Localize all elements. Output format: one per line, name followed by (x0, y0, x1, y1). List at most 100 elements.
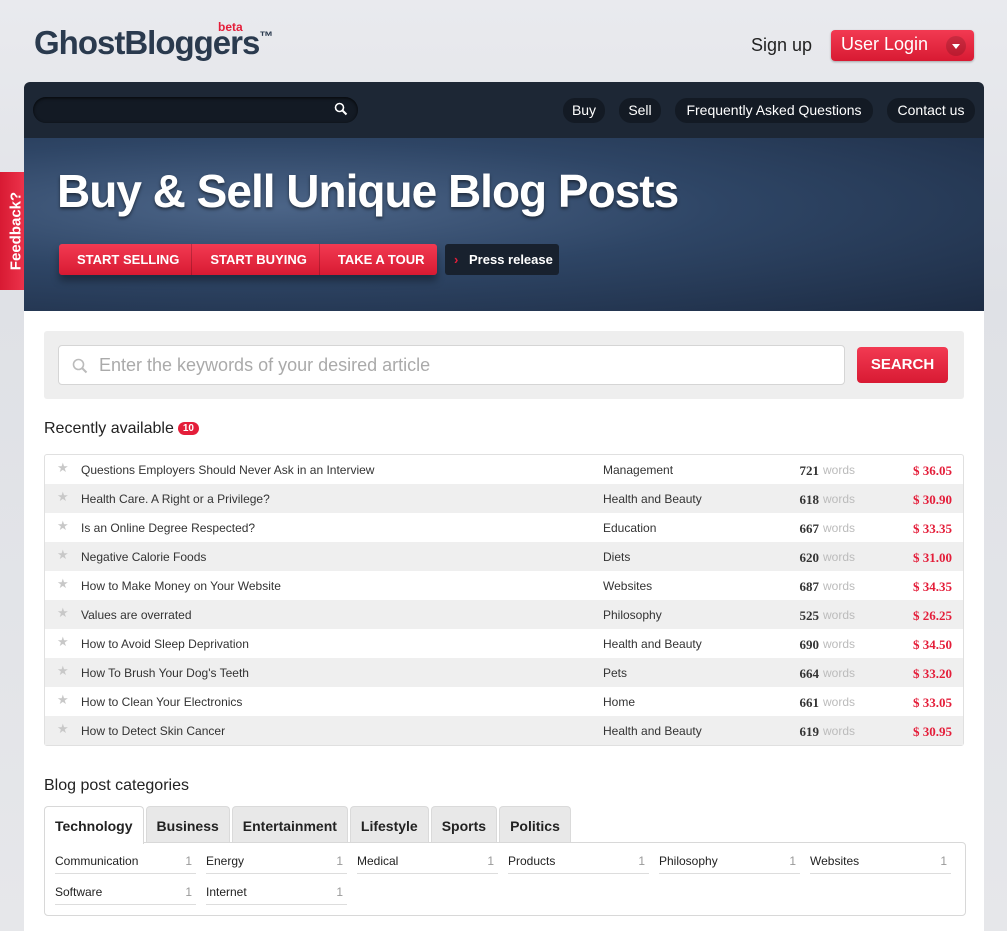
signup-link[interactable]: Sign up (751, 35, 812, 56)
nav-contact[interactable]: Contact us (887, 98, 975, 123)
tab-sports[interactable]: Sports (430, 806, 498, 843)
star-icon[interactable]: ★ (57, 692, 69, 708)
start-buying-button[interactable]: START BUYING (192, 244, 320, 275)
category-count: 1 (940, 854, 947, 868)
post-title[interactable]: How to Make Money on Your Website (81, 579, 281, 593)
press-release-button[interactable]: › Press release (445, 244, 559, 275)
category-item[interactable]: Products 1 (508, 849, 649, 874)
start-selling-button[interactable]: START SELLING (59, 244, 193, 275)
recent-count-badge: 10 (177, 422, 199, 436)
words-label: words (823, 492, 856, 506)
category-name: Internet (206, 885, 247, 899)
site-logo[interactable]: GhostBloggers™ beta (34, 20, 273, 62)
category-name: Philosophy (659, 854, 718, 868)
post-title[interactable]: How To Brush Your Dog's Teeth (81, 666, 249, 680)
table-row[interactable]: ★ Is an Online Degree Respected? Education… (45, 513, 963, 542)
hero-banner: Buy & Sell Unique Blog Posts START SELLI… (24, 138, 984, 311)
table-row[interactable]: ★ How to Make Money on Your Website Websit… (45, 571, 963, 600)
category-name: Websites (810, 854, 860, 868)
magnifier-icon (72, 358, 88, 374)
category-item[interactable]: Philosophy 1 (659, 849, 800, 874)
post-title[interactable]: Health Care. A Right or a Privilege? (81, 492, 270, 506)
magnifier-icon[interactable] (334, 102, 348, 116)
tab-technology[interactable]: Technology (44, 806, 144, 844)
post-price: $ 33.20 (913, 666, 952, 681)
category-item[interactable]: Energy 1 (206, 849, 347, 874)
category-count: 1 (638, 854, 645, 868)
table-row[interactable]: ★ Questions Employers Should Never Ask in… (45, 455, 963, 484)
word-count: 619 (799, 724, 820, 739)
star-icon[interactable]: ★ (57, 518, 69, 534)
category-name: Medical (357, 854, 399, 868)
star-icon[interactable]: ★ (57, 605, 69, 621)
nav-buy[interactable]: Buy (563, 98, 605, 123)
post-title[interactable]: How to Detect Skin Cancer (81, 724, 225, 738)
table-row[interactable]: ★ Negative Calorie Foods Diets 620 words $ 31… (45, 542, 963, 571)
category-count: 1 (487, 854, 494, 868)
post-title[interactable]: Values are overrated (81, 608, 192, 622)
tab-lifestyle[interactable]: Lifestyle (349, 806, 429, 843)
post-category: Websites (603, 579, 653, 593)
post-title[interactable]: How to Avoid Sleep Deprivation (81, 637, 249, 651)
category-item[interactable]: Medical 1 (357, 849, 498, 874)
post-category: Health and Beauty (603, 492, 702, 506)
user-login-label: User Login (841, 34, 929, 54)
nav-search-input[interactable] (33, 97, 358, 123)
chevron-down-icon[interactable] (946, 36, 966, 56)
post-title[interactable]: How to Clean Your Electronics (81, 695, 242, 709)
star-icon[interactable]: ★ (57, 663, 69, 679)
category-count: 1 (336, 854, 343, 868)
post-price: $ 31.00 (913, 550, 952, 565)
category-tab-panel: Communication 1 Energy 1 Medical 1 Products 1 Ph… (44, 842, 966, 916)
nav-sell[interactable]: Sell (619, 98, 661, 123)
category-item[interactable]: Websites 1 (810, 849, 951, 874)
words-label: words (823, 579, 856, 593)
tab-entertainment[interactable]: Entertainment (231, 806, 348, 843)
words-label: words (823, 463, 856, 477)
table-row[interactable]: ★ Health Care. A Right or a Privilege? Hea… (45, 484, 963, 513)
words-label: words (823, 637, 856, 651)
star-icon[interactable]: ★ (57, 460, 69, 476)
post-price: $ 26.25 (913, 608, 952, 623)
post-title[interactable]: Is an Online Degree Respected? (81, 521, 255, 535)
category-count: 1 (336, 885, 343, 899)
category-item[interactable]: Internet 1 (206, 880, 347, 905)
post-title[interactable]: Questions Employers Should Never Ask in … (81, 463, 374, 477)
category-item[interactable]: Software 1 (55, 880, 196, 905)
recent-section-title: Recently available 10 (44, 420, 199, 438)
search-button[interactable]: SEARCH (857, 347, 948, 383)
user-login-button[interactable]: User Login (831, 30, 974, 61)
tab-business[interactable]: Business (145, 806, 230, 843)
star-icon[interactable]: ★ (57, 547, 69, 563)
words-label: words (823, 724, 856, 738)
category-item[interactable]: Communication 1 (55, 849, 196, 874)
tab-politics[interactable]: Politics (499, 806, 571, 843)
table-row[interactable]: ★ How to Avoid Sleep Deprivation Health an… (45, 629, 963, 658)
category-name: Products (508, 854, 556, 868)
post-category: Philosophy (603, 608, 662, 622)
table-row[interactable]: ★ How to Clean Your Electronics Home 661 wor… (45, 687, 963, 716)
press-release-label: Press release (469, 252, 553, 267)
star-icon[interactable]: ★ (57, 721, 69, 737)
table-row[interactable]: ★ How to Detect Skin Cancer Health and Bea… (45, 716, 963, 745)
article-search-input[interactable] (58, 345, 845, 385)
words-label: words (823, 521, 856, 535)
category-name: Communication (55, 854, 139, 868)
take-a-tour-button[interactable]: TAKE A TOUR (320, 244, 437, 275)
star-icon[interactable]: ★ (57, 489, 69, 505)
post-title[interactable]: Negative Calorie Foods (81, 550, 206, 564)
post-price: $ 30.95 (913, 724, 952, 739)
word-count: 687 (799, 579, 820, 594)
post-price: $ 34.50 (913, 637, 952, 652)
post-category: Management (603, 463, 674, 477)
star-icon[interactable]: ★ (57, 576, 69, 592)
table-row[interactable]: ★ Values are overrated Philosophy 525 words $… (45, 600, 963, 629)
post-category: Education (603, 521, 657, 535)
nav-faq[interactable]: Frequently Asked Questions (675, 98, 873, 123)
post-price: $ 33.05 (913, 695, 952, 710)
hero-headline: Buy & Sell Unique Blog Posts (57, 165, 679, 217)
star-icon[interactable]: ★ (57, 634, 69, 650)
table-row[interactable]: ★ How To Brush Your Dog's Teeth Pets 664 wor… (45, 658, 963, 687)
recent-title: Recently available (44, 420, 174, 437)
word-count: 690 (799, 637, 820, 652)
